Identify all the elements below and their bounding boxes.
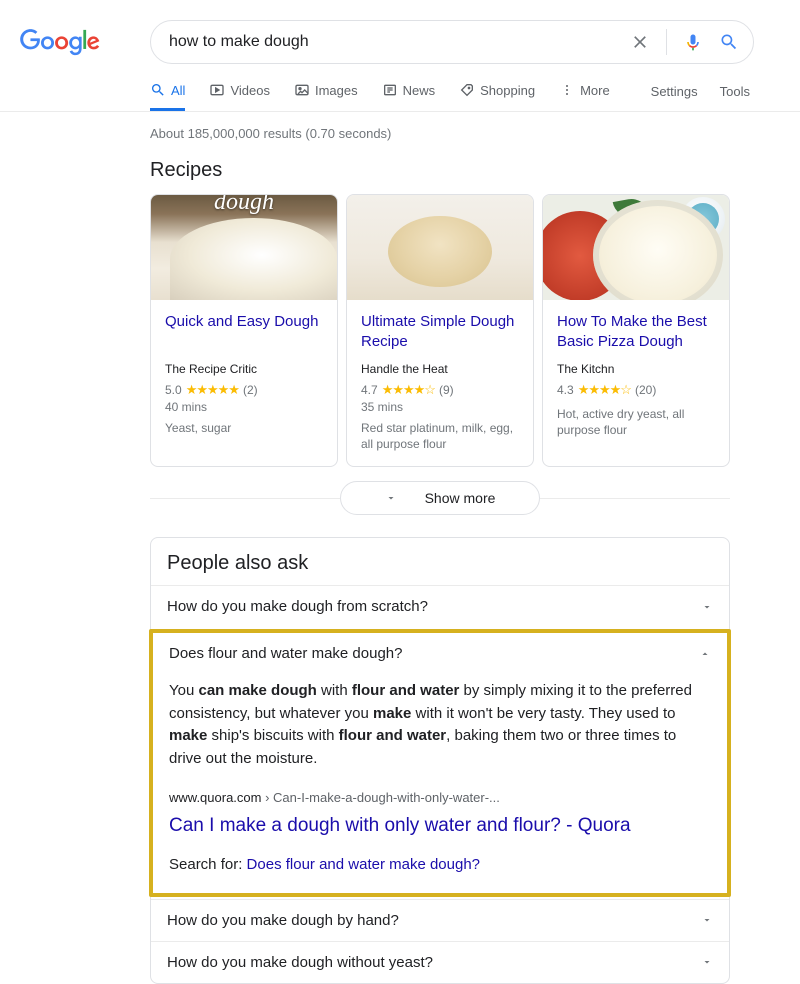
recipe-card[interactable]: Ultimate Simple Dough Recipe Handle the … <box>346 194 534 467</box>
recipe-rating: 4.3★★★★☆(20) <box>557 382 715 398</box>
paa-heading: People also ask <box>151 538 729 585</box>
paa-question[interactable]: How do you make dough without yeast? <box>151 942 729 983</box>
recipe-source: Handle the Heat <box>361 362 519 376</box>
recipe-source: The Recipe Critic <box>165 362 323 376</box>
show-more-button[interactable]: Show more <box>340 481 541 515</box>
tab-news[interactable]: News <box>382 82 436 111</box>
paa-search-for-link[interactable]: Does flour and water make dough? <box>247 856 480 873</box>
recipes-heading: Recipes <box>150 159 730 182</box>
chevron-down-icon <box>701 956 713 968</box>
paa-source-link[interactable]: Can I make a dough with only water and f… <box>169 812 711 841</box>
nav-tools[interactable]: Tools <box>720 84 750 109</box>
recipe-card[interactable]: How To Make the Best Basic Pizza Dough T… <box>542 194 730 467</box>
star-icon: ★★★★☆ <box>382 382 435 398</box>
recipe-rating: 4.7★★★★☆(9) <box>361 382 519 398</box>
people-also-ask: People also ask How do you make dough fr… <box>150 537 730 984</box>
recipe-thumbnail: dough <box>151 195 337 300</box>
divider <box>666 29 667 55</box>
result-stats: About 185,000,000 results (0.70 seconds) <box>150 126 730 141</box>
recipe-time: 35 mins <box>361 400 519 414</box>
divider <box>0 111 800 112</box>
recipe-time: 40 mins <box>165 400 323 414</box>
recipe-ingredients: Hot, active dry yeast, all purpose flour <box>557 406 715 438</box>
chevron-down-icon <box>385 492 397 504</box>
chevron-down-icon <box>701 914 713 926</box>
star-icon: ★★★★☆ <box>578 382 631 398</box>
paa-citation: www.quora.com › Can-I-make-a-dough-with-… <box>169 788 711 808</box>
clear-icon[interactable] <box>630 32 650 52</box>
highlighted-answer: Does flour and water make dough? You can… <box>149 629 731 897</box>
search-icon[interactable] <box>719 32 739 52</box>
search-bar[interactable] <box>150 20 754 64</box>
recipe-source: The Kitchn <box>557 362 715 376</box>
tab-images[interactable]: Images <box>294 82 358 111</box>
recipe-cards: dough Quick and Easy Dough The Recipe Cr… <box>150 194 730 467</box>
chevron-up-icon <box>699 648 711 660</box>
recipe-ingredients: Yeast, sugar <box>165 420 323 436</box>
tab-shopping[interactable]: Shopping <box>459 82 535 111</box>
chevron-down-icon <box>701 601 713 613</box>
star-icon: ★★★★★ <box>186 382 239 398</box>
tab-videos[interactable]: Videos <box>209 82 270 111</box>
nav-settings[interactable]: Settings <box>651 84 698 109</box>
paa-question[interactable]: How do you make dough by hand? <box>151 900 729 941</box>
tab-more[interactable]: More <box>559 82 610 111</box>
tab-all[interactable]: All <box>150 82 185 111</box>
paa-question[interactable]: Does flour and water make dough? <box>153 633 727 674</box>
recipe-title: Ultimate Simple Dough Recipe <box>361 312 519 352</box>
paa-answer: You can make dough with flour and water … <box>153 674 727 893</box>
recipe-rating: 5.0★★★★★(2) <box>165 382 323 398</box>
recipe-thumbnail <box>543 195 729 300</box>
recipe-card[interactable]: dough Quick and Easy Dough The Recipe Cr… <box>150 194 338 467</box>
nav-tabs: All Videos Images News Shopping More <box>150 82 610 111</box>
recipe-thumbnail <box>347 195 533 300</box>
recipe-title: How To Make the Best Basic Pizza Dough <box>557 312 715 352</box>
search-input[interactable] <box>169 33 630 51</box>
paa-search-for: Search for: Does flour and water make do… <box>169 854 711 877</box>
mic-icon[interactable] <box>683 32 703 52</box>
paa-question[interactable]: How do you make dough from scratch? <box>151 586 729 627</box>
recipe-ingredients: Red star platinum, milk, egg, all purpos… <box>361 420 519 452</box>
google-logo[interactable] <box>20 29 100 56</box>
recipe-title: Quick and Easy Dough <box>165 312 323 352</box>
